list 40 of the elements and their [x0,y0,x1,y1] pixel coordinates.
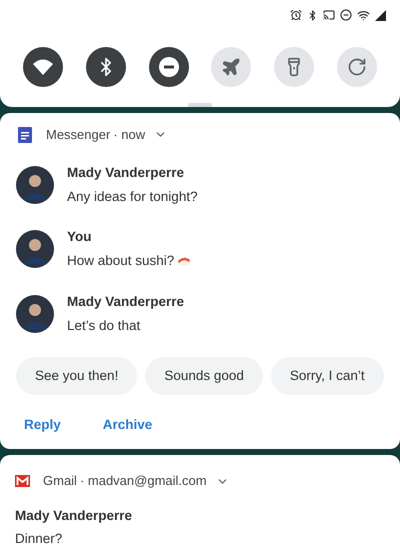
sender-name: Mady Vanderperre [67,164,186,182]
action-button[interactable]: Reply [12,411,73,440]
app-name: Gmail [43,472,77,490]
timestamp: · now [113,126,146,144]
wifi-icon [357,8,370,22]
smart-reply-chip[interactable]: Sorry, I can’t [270,357,384,395]
do-not-disturb-icon [158,57,179,77]
gmail-app-icon [15,475,30,487]
quick-settings-tile[interactable] [336,47,377,87]
drag-handle[interactable] [188,103,212,107]
account-email: · madvan@gmail.com [80,472,207,490]
smart-reply-chip[interactable]: Sounds good [145,357,263,395]
rotate-icon [346,57,367,77]
messenger-app-icon [17,126,33,143]
sushi-icon [177,256,192,266]
action-button[interactable]: Archive [90,411,164,440]
signal-icon [375,10,386,20]
avatar [16,294,54,333]
airplane-icon [221,57,242,77]
bluetooth-icon [307,10,318,20]
alarm-icon [290,9,302,21]
message-text: How about sushi? [67,252,174,270]
message-text: Any ideas for tonight? [67,188,198,206]
smart-reply-chip[interactable]: See you then! [16,357,138,395]
quick-settings-tile[interactable] [86,47,126,87]
email-subject: Dinner? [15,530,64,548]
cast-icon [323,9,335,21]
sender-name: Mady Vanderperre [67,292,184,311]
message-text: Let’s do that [67,316,140,335]
quick-settings-tile[interactable] [274,47,314,87]
do-not-disturb-icon [340,9,352,21]
sender-name: Mady Vanderperre [15,506,134,525]
wifi-icon [33,59,53,75]
quick-settings-tile[interactable] [211,47,252,87]
avatar [16,230,54,268]
sender-name: You [67,228,92,246]
avatar [16,166,54,204]
app-name: Messenger [46,126,110,144]
quick-settings-tile[interactable] [23,47,63,87]
quick-settings-tile[interactable] [148,47,189,87]
